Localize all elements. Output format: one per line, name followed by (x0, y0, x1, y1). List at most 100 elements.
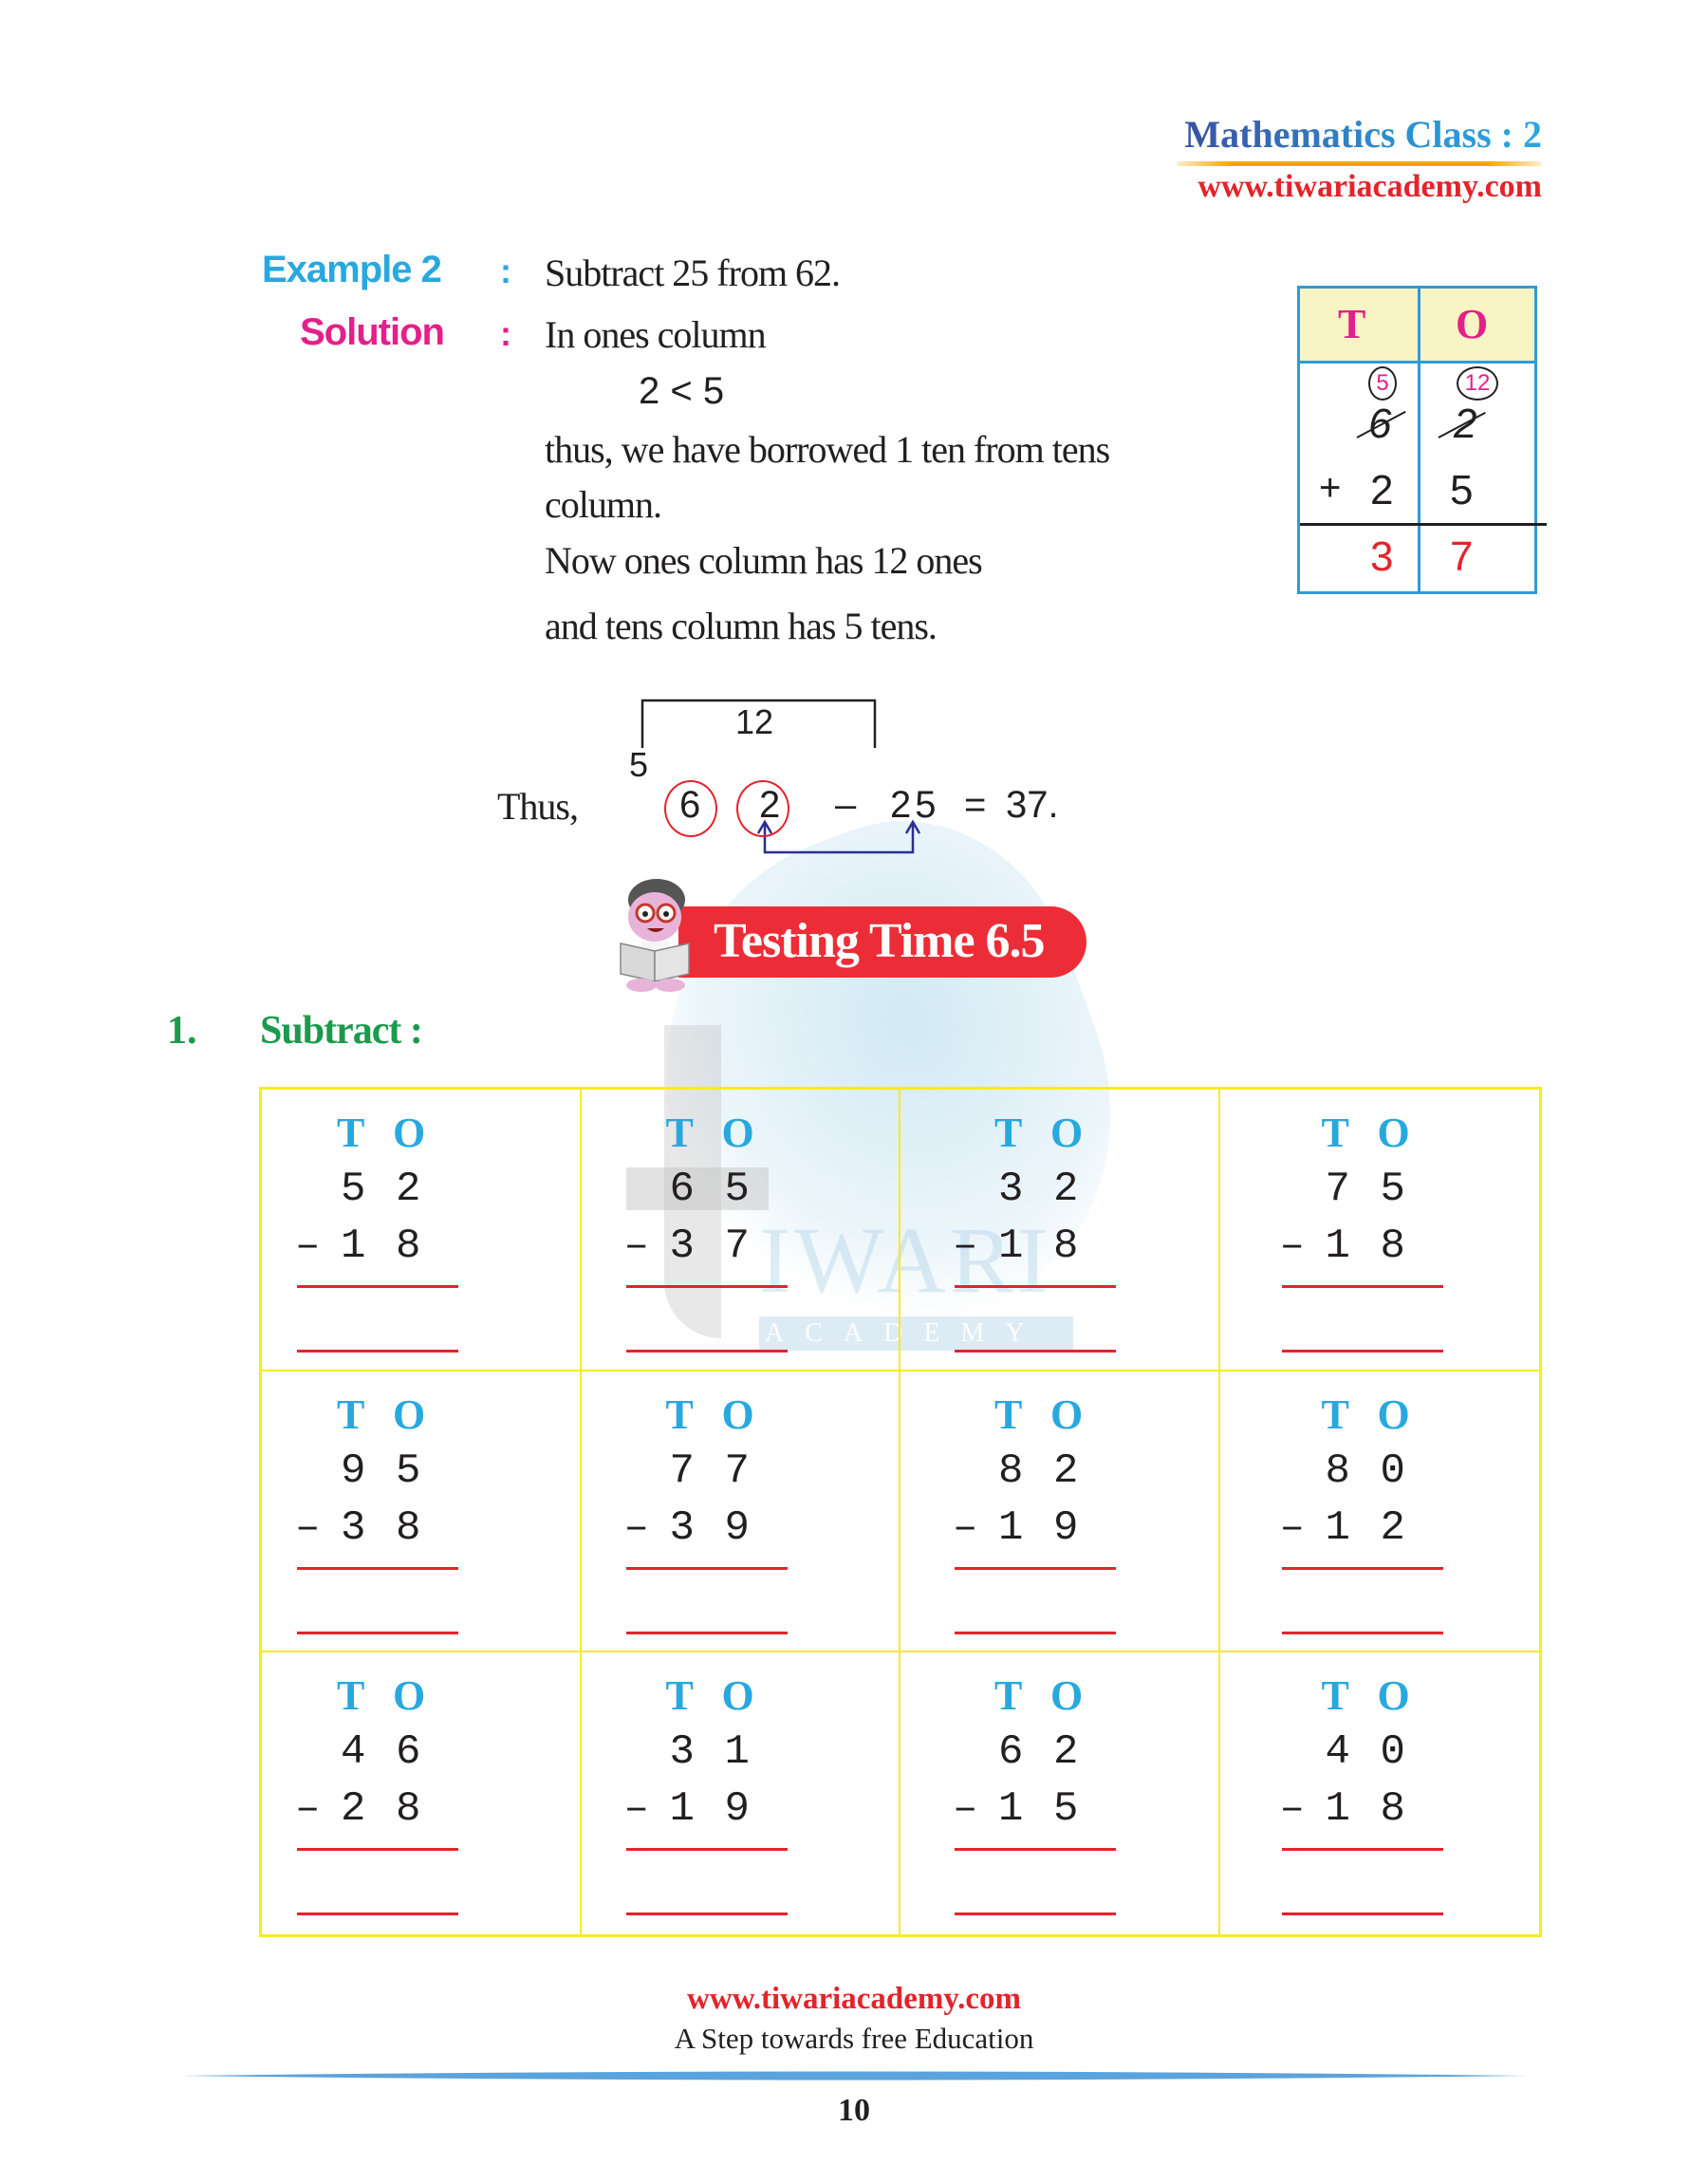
minuend-ones-digit: 2 (1053, 1166, 1079, 1213)
banner-title: Testing Time 6.5 (714, 914, 1046, 968)
minuend-tens-digit: 4 (1325, 1728, 1350, 1777)
solution-line: In ones column (545, 313, 767, 356)
ones-header: O (1456, 301, 1489, 347)
answer-blank[interactable] (625, 1631, 788, 1634)
subtrahend-tens-digit: 1 (998, 1222, 1024, 1270)
minuend-tens-digit: 9 (341, 1446, 366, 1495)
subtrahend-tens-digit: 1 (341, 1222, 366, 1270)
subtrahend-ones-digit: 7 (724, 1222, 750, 1270)
problem-cell: T O 4 6 –2 8 (262, 1652, 582, 1934)
book-title: Mathematics Class : 2 (1177, 112, 1542, 157)
minus-sign: – (295, 1503, 321, 1552)
subtrahend-tens-digit: 3 (669, 1222, 695, 1270)
bracket-value: 12 (735, 702, 774, 741)
minus-sign: – (295, 1785, 321, 1834)
subtraction-grid: T O 5 2–1 8 T O 6 5–3 7 T O 3 2–1 8 T O 7 5–1 8 T O 9 5–3 8 T O 7 7–… (259, 1087, 1542, 1937)
answer-blank[interactable] (1281, 1350, 1443, 1353)
ones-column-label: O (1050, 1390, 1084, 1438)
problem-cell: T O 3 2 –1 8 (900, 1090, 1220, 1371)
equation-prefix: Thus, (497, 785, 579, 828)
footer-divider (180, 2071, 1528, 2080)
answer-blank[interactable] (1281, 1631, 1443, 1634)
answer-underline (955, 1285, 1116, 1288)
answer-blank[interactable] (955, 1631, 1116, 1634)
tens-column-label: T (994, 1110, 1023, 1156)
subtrahend-ones-digit: 8 (1053, 1222, 1079, 1270)
subtrahend-ones-digit: 9 (1053, 1503, 1079, 1552)
subtrahend-tens: 2 (1370, 467, 1394, 513)
borrow-diagram (640, 699, 921, 854)
ones-column-label: O (393, 1110, 426, 1156)
mascot-icon (620, 879, 690, 992)
footer-website-link[interactable]: www.tiwariacademy.com (0, 1982, 1708, 2017)
problem-cell: T O 8 2 –1 9 (900, 1371, 1220, 1653)
answer-underline (1281, 1285, 1443, 1288)
answer-blank[interactable] (1281, 1912, 1443, 1916)
subtrahend-ones-digit: 5 (1053, 1785, 1079, 1834)
solution-inequality: 2 < 5 (639, 370, 725, 412)
solution-label: Solution (300, 311, 445, 353)
solution-line: thus, we have borrowed 1 ten from tens (545, 428, 1110, 471)
minuend-tens-digit: 4 (341, 1728, 366, 1777)
minus-sign: – (623, 1222, 649, 1270)
ones-column-label: O (1377, 1672, 1410, 1720)
answer-blank[interactable] (955, 1912, 1116, 1916)
answer-blank[interactable] (625, 1350, 788, 1353)
ones-column-label: O (393, 1672, 426, 1720)
minuend-ones-digit: 2 (1053, 1728, 1079, 1777)
equation-equals: = (964, 784, 987, 826)
tens-header: T (1338, 301, 1366, 347)
result-divider (1300, 523, 1547, 526)
minuend-tens-digit: 7 (1325, 1166, 1350, 1213)
answer-blank[interactable] (625, 1912, 788, 1916)
subtrahend-tens-digit: 3 (669, 1503, 695, 1552)
borrowed-tens: 5 (1368, 366, 1397, 401)
tens-column-label: T (665, 1672, 694, 1720)
subtrahend-ones-digit: 8 (1380, 1222, 1405, 1270)
minus-sign: – (953, 1222, 978, 1270)
result-tens: 3 (1370, 533, 1394, 580)
tens-column-label: T (337, 1110, 365, 1156)
answer-blank[interactable] (297, 1912, 458, 1916)
minus-sign: – (623, 1785, 649, 1834)
borrowed-ones: 12 (1457, 366, 1498, 401)
minuend-tens-digit: 6 (998, 1728, 1024, 1777)
tens-column-label: T (1321, 1390, 1349, 1438)
problem-cell: T O 3 1–1 9 (582, 1652, 900, 1934)
equation-subtrahend: 25 (890, 784, 940, 826)
minuend-tens-digit: 6 (669, 1166, 695, 1213)
minuend-ones-digit: 5 (396, 1446, 421, 1495)
minuend-ones-digit: 0 (1380, 1728, 1405, 1777)
solution-line: and tens column has 5 tens. (545, 605, 938, 647)
minuend-ones-digit: 2 (396, 1166, 421, 1213)
answer-blank[interactable] (955, 1350, 1116, 1353)
answer-underline (297, 1566, 458, 1570)
problem-cell: T O 7 5 –1 8 (1219, 1090, 1539, 1371)
answer-underline (297, 1848, 458, 1852)
minus-sign: – (623, 1503, 649, 1552)
subtrahend-tens-digit: 1 (998, 1503, 1024, 1552)
footer-tagline: A Step towards free Education (674, 2022, 1034, 2055)
minus-sign: – (953, 1785, 978, 1834)
minuend-ones-digit: 5 (1380, 1166, 1405, 1213)
ones-column-label: O (721, 1672, 754, 1720)
answer-underline (625, 1566, 788, 1570)
ones-column-label: O (1377, 1390, 1410, 1438)
answer-underline (1281, 1566, 1443, 1570)
subtrahend-tens-digit: 1 (1325, 1222, 1350, 1270)
answer-blank[interactable] (297, 1350, 458, 1353)
tens-column-label: T (665, 1390, 694, 1438)
subtrahend-ones-digit: 9 (724, 1785, 750, 1834)
answer-underline (625, 1848, 788, 1852)
equation-result: 37. (1006, 784, 1059, 826)
ones-column-label: O (721, 1110, 754, 1156)
problem-cell: T O 6 2 –1 5 (900, 1652, 1220, 1934)
minus-sign: – (1279, 1503, 1305, 1552)
minuend-ones-digit: 5 (724, 1166, 750, 1213)
equation-minus: – (835, 784, 857, 826)
header-website-link[interactable]: www.tiwariacademy.com (1177, 169, 1542, 205)
answer-blank[interactable] (297, 1631, 458, 1634)
solution-colon: : (500, 314, 511, 353)
solution-line: column. (545, 483, 662, 526)
minuend-ones-digit: 1 (724, 1728, 750, 1777)
